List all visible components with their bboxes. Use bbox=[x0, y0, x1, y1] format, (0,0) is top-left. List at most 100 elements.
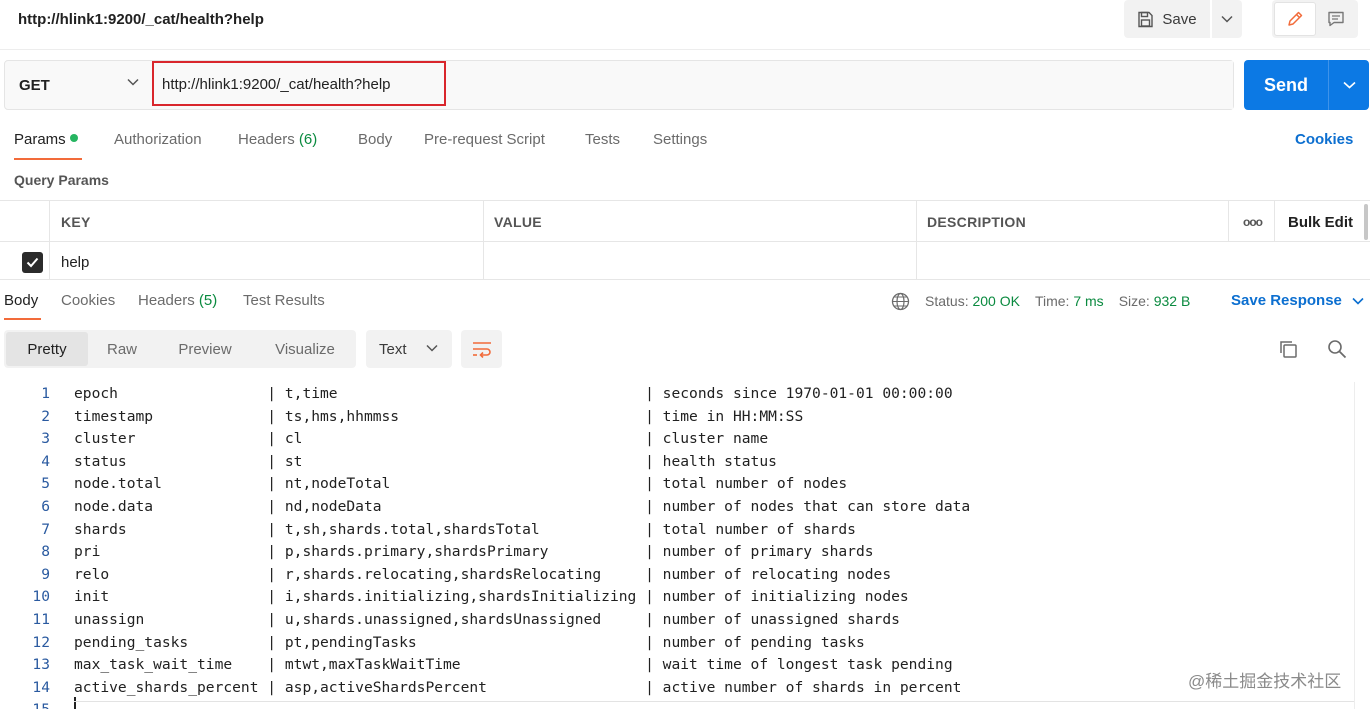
time-value[interactable]: 7 ms bbox=[1073, 293, 1103, 309]
code-line: 5 node.total | nt,nodeTotal | total numbe… bbox=[0, 473, 1354, 496]
line-number: 2 bbox=[41, 407, 50, 425]
code-line: 6 node.data | nd,nodeData | number of nod… bbox=[0, 496, 1354, 519]
line-number: 6 bbox=[41, 498, 50, 515]
wrap-lines-icon bbox=[472, 342, 491, 358]
save-options-button[interactable] bbox=[1212, 0, 1242, 38]
line-number: 8 bbox=[41, 543, 50, 561]
tab-response-headers-count: (5) bbox=[198, 292, 218, 309]
chevron-down-icon bbox=[426, 344, 438, 352]
param-key-cell[interactable]: help bbox=[61, 254, 89, 271]
params-header-row: KEY VALUE DESCRIPTION ooo Bulk Edit bbox=[0, 200, 1370, 242]
save-response-label: Save Response bbox=[1231, 292, 1342, 309]
tab-tests[interactable]: Tests bbox=[585, 131, 620, 148]
save-response-button[interactable]: Save Response bbox=[1231, 292, 1364, 309]
column-key: KEY bbox=[61, 214, 91, 230]
search-icon[interactable] bbox=[1327, 339, 1347, 359]
code-line: 13 max_task_wait_time | mtwt,maxTaskWaitT… bbox=[0, 654, 1354, 677]
bulk-edit-button[interactable]: Bulk Edit bbox=[1288, 214, 1353, 231]
code-line: 11 unassign | u,shards.unassigned,shardsU… bbox=[0, 609, 1354, 632]
tab-settings[interactable]: Settings bbox=[653, 131, 707, 148]
active-response-tab-indicator bbox=[4, 318, 41, 320]
editor-mode-toggle bbox=[1272, 0, 1358, 38]
status-value[interactable]: 200 OK bbox=[972, 293, 1019, 309]
code-line-text: epoch | t,time | seconds since 1970-01-0… bbox=[74, 385, 953, 402]
size-value[interactable]: 932 B bbox=[1154, 293, 1191, 309]
tab-params[interactable]: Params bbox=[14, 131, 78, 148]
tab-response-headers-label: Headers bbox=[138, 292, 195, 309]
params-scrollbar[interactable] bbox=[1364, 204, 1368, 240]
tab-body[interactable]: Body bbox=[358, 131, 392, 148]
wrap-lines-button[interactable] bbox=[461, 330, 502, 368]
chevron-down-icon bbox=[1352, 297, 1364, 305]
line-number: 1 bbox=[41, 385, 50, 402]
line-number: 12 bbox=[32, 633, 50, 651]
line-number: 7 bbox=[41, 520, 50, 538]
column-divider bbox=[483, 200, 484, 280]
copy-icon[interactable] bbox=[1278, 339, 1298, 359]
code-line-text: pri | p,shards.primary,shardsPrimary | n… bbox=[74, 543, 874, 561]
more-options-icon[interactable]: ooo bbox=[1243, 215, 1263, 229]
code-line-text: active_shards_percent | asp,activeShards… bbox=[74, 678, 962, 696]
tab-authorization[interactable]: Authorization bbox=[114, 131, 202, 148]
request-title[interactable]: http://hlink1:9200/_cat/health?help bbox=[18, 11, 264, 28]
code-line: 4 status | st | health status bbox=[0, 451, 1354, 474]
code-line-text: pending_tasks | pt,pendingTasks | number… bbox=[74, 633, 865, 651]
code-line: 2 timestamp | ts,hms,hhmmss | time in HH:… bbox=[0, 406, 1354, 429]
save-button[interactable]: Save bbox=[1124, 0, 1210, 38]
response-horizontal-rule bbox=[74, 701, 1354, 702]
send-options-button[interactable] bbox=[1329, 60, 1369, 110]
cookies-link[interactable]: Cookies bbox=[1295, 131, 1353, 148]
tab-response-headers[interactable]: Headers (5) bbox=[138, 292, 217, 309]
request-tabs: Params Authorization Headers (6) Body Pr… bbox=[0, 126, 1370, 160]
code-line: 9 relo | r,shards.relocating,shardsReloca… bbox=[0, 564, 1354, 587]
active-tab-indicator bbox=[14, 158, 82, 160]
view-visualize-button[interactable]: Visualize bbox=[258, 332, 352, 366]
line-number: 15 bbox=[0, 699, 50, 709]
tab-response-cookies[interactable]: Cookies bbox=[61, 292, 115, 309]
column-divider bbox=[916, 200, 917, 280]
line-number: 5 bbox=[41, 475, 50, 493]
tab-headers-count: (6) bbox=[298, 131, 318, 148]
checkmark-icon bbox=[26, 257, 39, 268]
code-line-text: status | st | health status bbox=[74, 452, 777, 470]
code-line: 3 cluster | cl | cluster name bbox=[0, 428, 1354, 451]
url-text[interactable]: http://hlink1:9200/_cat/health?help bbox=[162, 76, 391, 93]
method-select[interactable]: GET bbox=[5, 61, 151, 109]
send-button[interactable]: Send bbox=[1244, 60, 1328, 110]
chevron-down-icon bbox=[127, 78, 139, 86]
code-line-text: node.total | nt,nodeTotal | total number… bbox=[74, 475, 848, 493]
text-cursor bbox=[74, 697, 76, 709]
view-pretty-button[interactable]: Pretty bbox=[6, 332, 88, 366]
code-line-text: max_task_wait_time | mtwt,maxTaskWaitTim… bbox=[74, 656, 953, 674]
globe-icon[interactable] bbox=[891, 292, 910, 311]
code-line-text: cluster | cl | cluster name bbox=[74, 430, 769, 448]
tab-headers[interactable]: Headers (6) bbox=[238, 131, 317, 148]
time-label: Time: bbox=[1034, 293, 1070, 309]
line-number: 4 bbox=[41, 452, 50, 470]
format-select[interactable]: Text bbox=[366, 330, 452, 368]
tab-test-results[interactable]: Test Results bbox=[243, 292, 325, 309]
param-enabled-checkbox[interactable] bbox=[22, 252, 43, 273]
tab-params-label: Params bbox=[14, 131, 66, 148]
tab-headers-label: Headers bbox=[238, 131, 295, 148]
code-line-text: shards | t,sh,shards.total,shardsTotal |… bbox=[74, 520, 856, 538]
response-scrollbar[interactable] bbox=[1354, 382, 1370, 709]
response-body-editor[interactable]: 1 epoch | t,time | seconds since 1970-01-… bbox=[0, 382, 1354, 709]
view-preview-button[interactable]: Preview bbox=[160, 332, 250, 366]
edit-mode-button[interactable] bbox=[1274, 2, 1316, 36]
code-line-text: init | i,shards.initializing,shardsIniti… bbox=[74, 588, 909, 606]
pencil-icon bbox=[1288, 11, 1303, 26]
code-line-text: node.data | nd,nodeData | number of node… bbox=[74, 498, 971, 515]
size-label: Size: bbox=[1118, 293, 1150, 309]
method-label: GET bbox=[19, 76, 50, 94]
column-divider bbox=[49, 200, 50, 280]
comments-mode-button[interactable] bbox=[1316, 2, 1356, 36]
line-number: 11 bbox=[32, 611, 50, 628]
view-raw-button[interactable]: Raw bbox=[90, 332, 154, 366]
tab-prerequest-script[interactable]: Pre-request Script bbox=[424, 131, 545, 148]
tab-response-body[interactable]: Body bbox=[4, 292, 38, 309]
watermark: @稀土掘金技术社区 bbox=[1188, 672, 1342, 691]
code-line-text: relo | r,shards.relocating,shardsRelocat… bbox=[74, 565, 892, 583]
save-icon bbox=[1138, 11, 1154, 27]
line-number: 3 bbox=[41, 430, 50, 448]
